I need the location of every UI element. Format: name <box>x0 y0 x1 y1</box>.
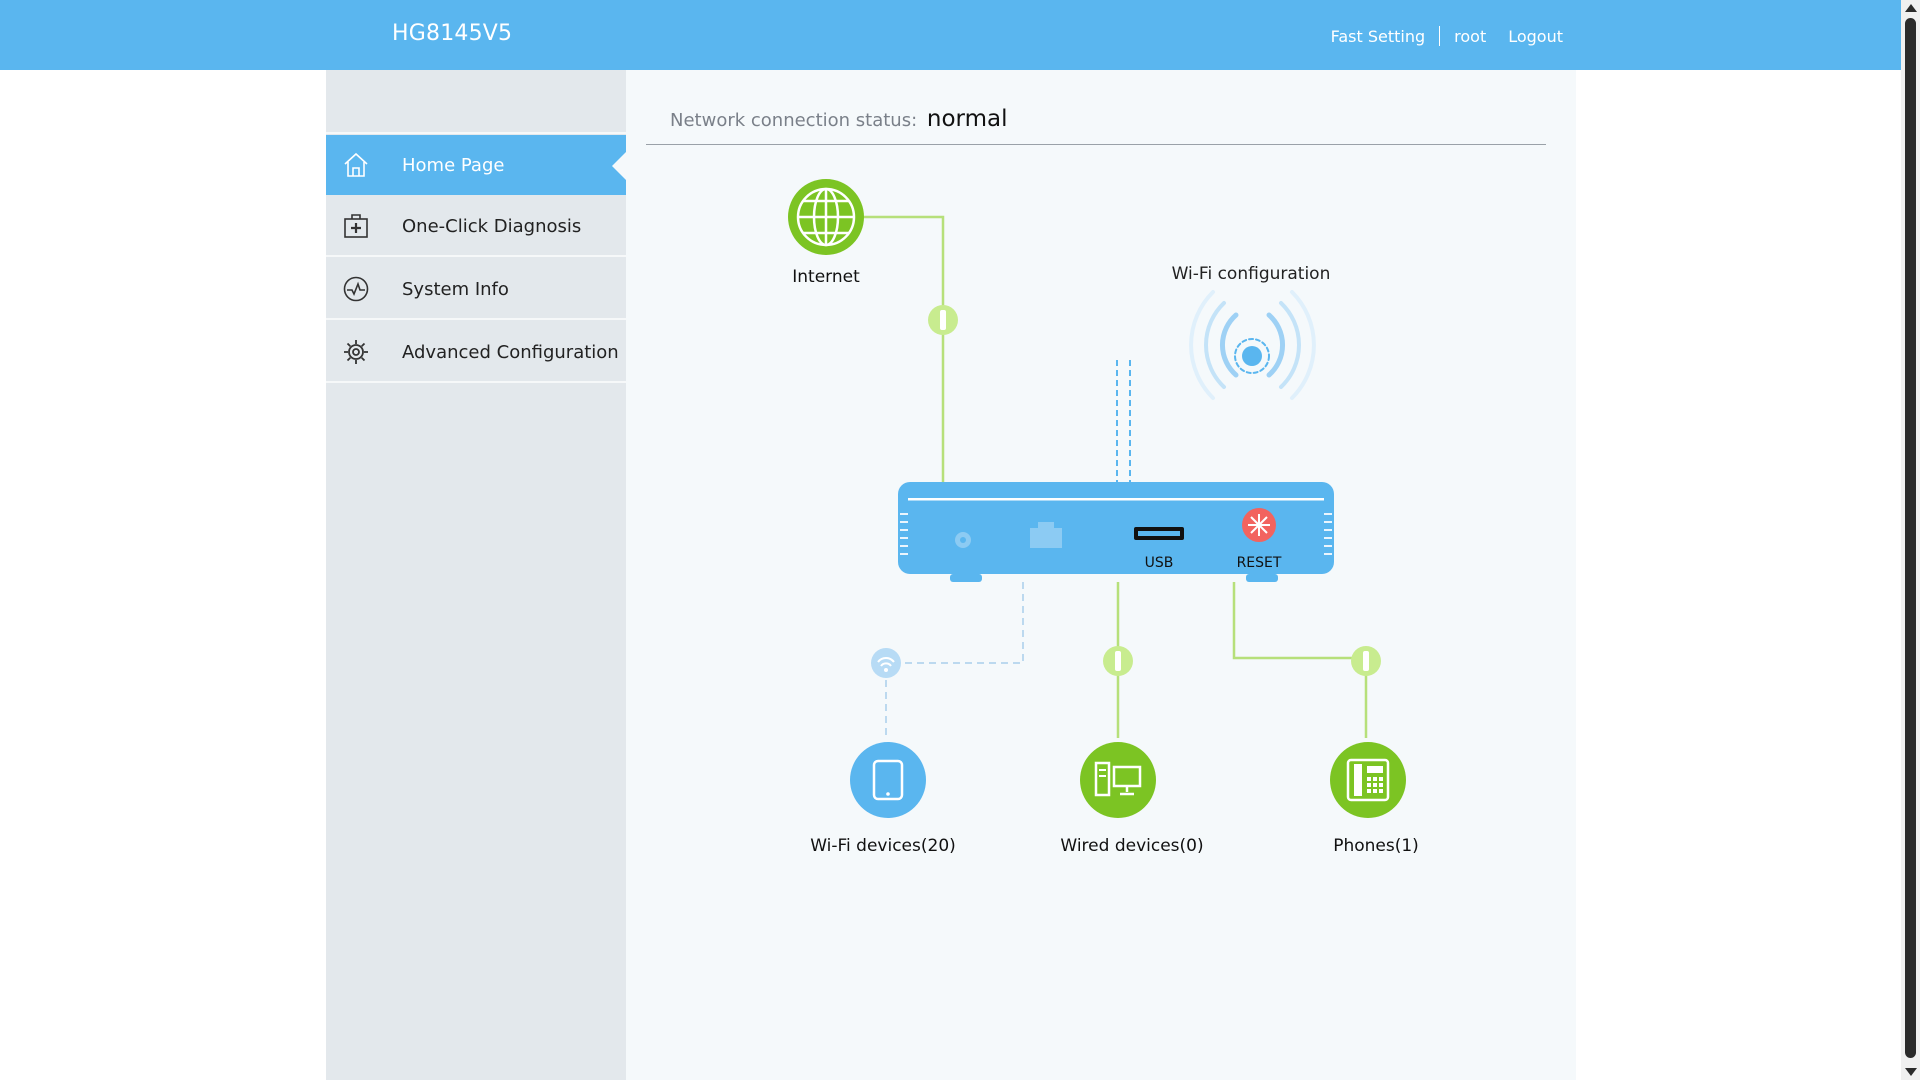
top-links: Fast Setting root Logout <box>1331 26 1563 46</box>
desktop-computer-icon[interactable] <box>1080 742 1156 818</box>
scroll-up-arrow-icon[interactable] <box>1905 4 1917 12</box>
top-bar: HG8145V5 Fast Setting root Logout <box>0 0 1901 70</box>
sidebar: Home Page One-Click Diagnosis System Inf… <box>326 70 626 1080</box>
telephone-icon[interactable] <box>1330 742 1406 818</box>
sidebar-item-advanced-configuration[interactable]: Advanced Configuration <box>326 323 626 383</box>
pulse-icon <box>340 273 372 305</box>
device-model-title: HG8145V5 <box>392 21 513 46</box>
sidebar-divider <box>326 132 626 134</box>
reset-label: RESET <box>1237 555 1282 571</box>
sidebar-item-label: Advanced Configuration <box>402 341 619 363</box>
active-indicator <box>612 152 626 180</box>
sidebar-item-label: One-Click Diagnosis <box>402 215 582 237</box>
reset-button-icon[interactable] <box>1242 508 1276 542</box>
wifi-signal-icon <box>871 648 901 678</box>
vertical-scrollbar[interactable] <box>1901 0 1920 1080</box>
scroll-thumb[interactable] <box>1905 18 1916 1058</box>
link-divider <box>1439 26 1441 46</box>
sidebar-item-one-click-diagnosis[interactable]: One-Click Diagnosis <box>326 197 626 257</box>
wifi-antenna-icon[interactable] <box>1189 290 1316 400</box>
usb-port-icon[interactable] <box>1134 527 1184 540</box>
power-port-icon <box>955 532 971 548</box>
sidebar-item-label: Home Page <box>402 154 505 176</box>
gear-icon <box>340 336 372 368</box>
wifi-config-label[interactable]: Wi-Fi configuration <box>1172 264 1331 284</box>
cable-plug-icon <box>1351 646 1381 676</box>
usb-label: USB <box>1145 555 1174 571</box>
cable-plug-icon <box>1103 646 1133 676</box>
internet-label[interactable]: Internet <box>792 267 860 287</box>
sidebar-item-system-info[interactable]: System Info <box>326 260 626 320</box>
sidebar-item-home-page[interactable]: Home Page <box>326 135 626 195</box>
phones-label[interactable]: Phones(1) <box>1333 836 1419 856</box>
home-icon <box>340 149 372 181</box>
router-device[interactable]: USB RESET <box>898 482 1334 582</box>
fast-setting-link[interactable]: Fast Setting <box>1331 27 1426 46</box>
sidebar-item-label: System Info <box>402 278 509 300</box>
network-topology-diagram: Internet Wi-Fi configuration USB RESET W… <box>788 179 1419 856</box>
cable-plug-icon <box>928 305 958 335</box>
internet-globe-icon[interactable] <box>788 179 864 255</box>
connection-lines <box>826 215 1368 738</box>
user-link[interactable]: root <box>1454 27 1486 46</box>
logout-link[interactable]: Logout <box>1508 27 1563 46</box>
scroll-down-arrow-icon[interactable] <box>1905 1068 1917 1076</box>
wired-devices-label[interactable]: Wired devices(0) <box>1060 836 1203 856</box>
tablet-icon[interactable] <box>850 742 926 818</box>
wifi-devices-label[interactable]: Wi-Fi devices(20) <box>810 836 956 856</box>
main-content: Network connection status: normal Intern… <box>626 70 1576 1080</box>
first-aid-kit-icon <box>340 210 372 242</box>
